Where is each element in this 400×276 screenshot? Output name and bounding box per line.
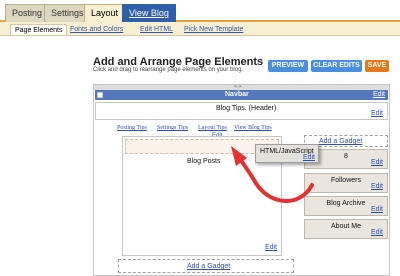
tab-posting[interactable]: Posting [5,4,50,22]
add-gadget-link[interactable]: Add a Gadget [187,263,230,270]
sidebar-widget-edit-link[interactable]: Edit [371,159,383,166]
sidebar-widget-edit-link[interactable]: Edit [371,183,383,190]
page-link-layout-tips[interactable]: Layout Tips [198,125,227,131]
checkbox-icon [97,92,103,98]
clear-edits-button[interactable]: CLEAR EDITS [311,60,362,72]
page-link-view-blog-tips[interactable]: View Blog Tips [234,125,272,131]
tab-layout[interactable]: Layout [84,4,126,22]
sidebar-widget-followers[interactable]: Followers Edit [304,173,388,193]
add-gadget-link[interactable]: Add a Gadget [319,138,362,145]
page-link-posting-tips[interactable]: Posting Tips [117,125,147,131]
subnav-pick-template[interactable]: Pick New Template [180,24,247,35]
header-label: Blog Tips. (Header) [216,105,277,112]
header-edit-link[interactable]: Edit [371,110,383,117]
sidebar-widget-edit-link[interactable]: Edit [371,206,383,213]
subnav-edit-html[interactable]: Edit HTML [136,24,177,35]
save-button[interactable]: SAVE [365,60,389,72]
navbar-widget[interactable]: Navbar Edit [95,90,388,100]
footer-add-gadget[interactable]: Add a Gadget [118,259,294,273]
pages-widget[interactable]: Posting Tips Settings Tips Layout Tips V… [94,125,304,139]
dragged-widget-edit-link[interactable]: Edit [303,154,315,161]
tab-view-blog[interactable]: View Blog [122,4,176,22]
blog-posts-edit-link[interactable]: Edit [265,244,277,251]
top-tabs: Posting Settings Layout View Blog [0,0,400,22]
subnav-page-elements[interactable]: Page Elements [10,24,68,35]
blog-posts-label: Blog Posts [187,158,221,165]
page-subtitle: Click and drag to rearrange page element… [93,67,244,73]
dragged-widget-html-javascript[interactable]: HTML/JavaScript Edit [255,144,319,163]
sidebar-widget-about-me[interactable]: About Me Edit [304,219,388,239]
page-link-settings-tips[interactable]: Settings Tips [157,125,188,131]
navbar-label: Navbar [225,91,249,98]
layout-subnav: Page Elements Fonts and Colors Edit HTML… [0,22,400,36]
sidebar-widget-blog-archive[interactable]: Blog Archive Edit [304,196,388,216]
layout-editor: <-> Navbar Edit Blog Tips. (Header) Edit… [93,84,390,276]
sidebar-widget-edit-link[interactable]: Edit [371,229,383,236]
navbar-edit-link[interactable]: Edit [373,90,385,100]
subnav-fonts-colors[interactable]: Fonts and Colors [66,24,127,35]
header-widget[interactable]: Blog Tips. (Header) Edit [95,102,388,120]
preview-button[interactable]: PREVIEW [268,60,308,72]
